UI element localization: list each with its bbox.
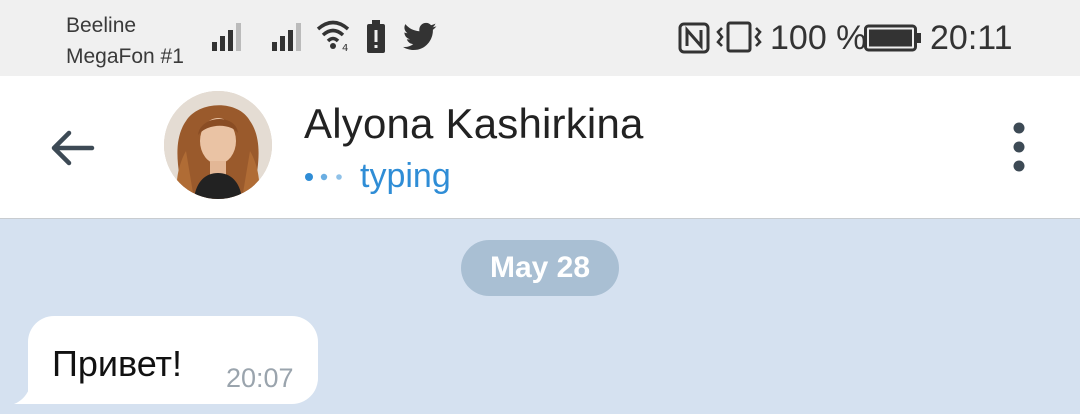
- carrier-1: Beeline: [66, 14, 137, 37]
- twitter-icon: [403, 22, 437, 51]
- contact-name: Alyona Kashirkina: [304, 100, 644, 147]
- battery-percent: 100 %: [770, 19, 867, 57]
- nfc-icon: [678, 22, 710, 54]
- signal-icon: [272, 23, 301, 51]
- signal-icon: [212, 23, 241, 51]
- wifi-icon: 4: [316, 20, 350, 52]
- status-time: 20:11: [930, 19, 1013, 57]
- battery-icon: [864, 24, 921, 52]
- date-separator: May 28: [461, 240, 619, 296]
- svg-text:4: 4: [342, 43, 348, 52]
- battery-saver-icon: [367, 20, 385, 53]
- chat-header: Alyona Kashirkina typing: [0, 76, 1080, 219]
- vibrate-icon: [716, 21, 762, 53]
- avatar-image: [164, 91, 272, 199]
- typing-dots-icon: [305, 173, 342, 181]
- more-vertical-icon[interactable]: [1006, 122, 1032, 172]
- message-text: Привет!: [52, 343, 183, 384]
- carrier-2: MegaFon #1: [66, 45, 184, 68]
- message-time: 20:07: [226, 363, 294, 393]
- status-bar: Beeline MegaFon #1 4 100 % 20:11: [0, 0, 1080, 76]
- arrow-left-icon[interactable]: [48, 128, 96, 168]
- avatar[interactable]: [164, 91, 272, 199]
- status-text: typing: [360, 157, 451, 195]
- carrier-names: Beeline MegaFon #1: [66, 10, 184, 72]
